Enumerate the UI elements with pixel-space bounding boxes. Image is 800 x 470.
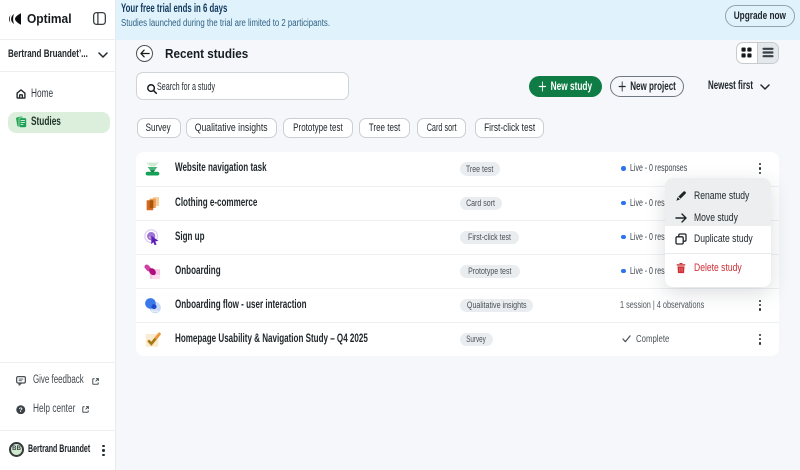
svg-text:?: ?	[19, 407, 23, 414]
